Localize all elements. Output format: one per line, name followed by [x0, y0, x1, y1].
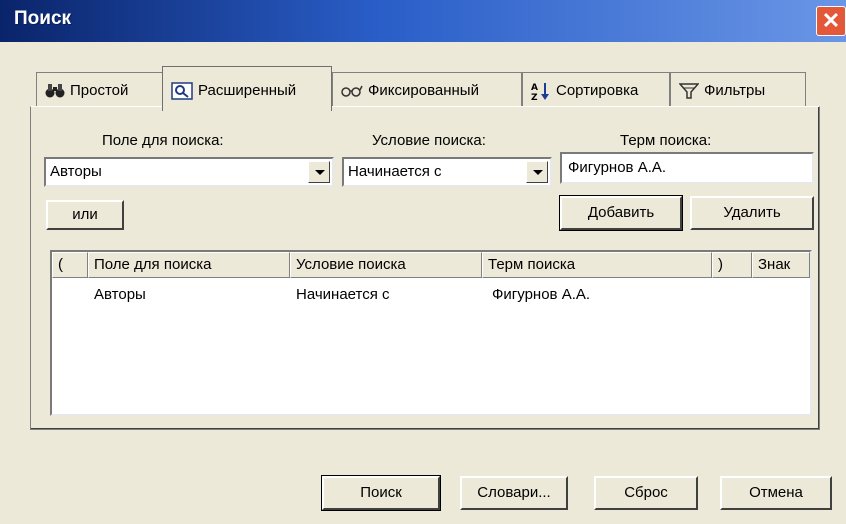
tab-label: Расширенный: [198, 82, 297, 100]
filter-icon: [679, 83, 699, 99]
tab-label: Фильтры: [704, 82, 766, 100]
svg-text:Z: Z: [531, 93, 538, 101]
term-input[interactable]: Фигурнов А.А.: [560, 152, 814, 184]
cell-term: Фигурнов А.А.: [492, 286, 591, 303]
col-header-term[interactable]: Терм поиска: [482, 252, 712, 278]
term-label: Терм поиска:: [620, 132, 712, 149]
binoculars-icon: [45, 84, 65, 98]
condition-label: Условие поиска:: [372, 132, 486, 149]
delete-button[interactable]: Удалить: [690, 196, 814, 230]
tab-advanced[interactable]: Расширенный: [162, 66, 332, 111]
tab-simple[interactable]: Простой: [36, 72, 164, 108]
or-button[interactable]: или: [46, 200, 124, 230]
magnifier-doc-icon: [171, 82, 193, 100]
title-bar[interactable]: Поиск ✕: [0, 0, 846, 42]
col-header-open-paren[interactable]: (: [52, 252, 88, 278]
chevron-down-icon[interactable]: [308, 161, 330, 183]
chevron-down-icon[interactable]: [526, 161, 548, 183]
add-button[interactable]: Добавить: [559, 195, 683, 231]
tab-label: Простой: [70, 82, 129, 100]
search-dialog: Поиск ✕ Простой Расширенный Фиксированны…: [0, 0, 846, 524]
cell-condition: Начинается с: [296, 286, 390, 303]
condition-select-value: Начинается с: [348, 163, 442, 180]
tab-fixed[interactable]: Фиксированный: [332, 72, 522, 108]
cancel-button[interactable]: Отмена: [720, 476, 832, 510]
tab-filters[interactable]: Фильтры: [670, 72, 806, 108]
field-select[interactable]: Авторы: [44, 157, 334, 187]
svg-text:A: A: [531, 83, 538, 93]
criteria-grid[interactable]: ( Поле для поиска Условие поиска Терм по…: [50, 250, 812, 416]
dictionaries-button[interactable]: Словари...: [460, 476, 568, 510]
tab-label: Сортировка: [556, 82, 639, 100]
close-button[interactable]: ✕: [816, 6, 846, 36]
reset-button[interactable]: Сброс: [594, 476, 698, 510]
field-label: Поле для поиска:: [102, 132, 224, 149]
search-button[interactable]: Поиск: [321, 475, 441, 511]
glasses-icon: [341, 85, 363, 97]
tab-sort[interactable]: A Z Сортировка: [522, 72, 670, 108]
col-header-close-paren[interactable]: ): [712, 252, 752, 278]
sort-az-icon: A Z: [531, 83, 549, 101]
field-select-value: Авторы: [50, 163, 102, 180]
col-header-field[interactable]: Поле для поиска: [88, 252, 290, 278]
tab-label: Фиксированный: [368, 82, 479, 100]
col-header-condition[interactable]: Условие поиска: [290, 252, 482, 278]
term-input-value: Фигурнов А.А.: [568, 159, 667, 176]
close-icon: ✕: [821, 8, 841, 33]
condition-select[interactable]: Начинается с: [342, 157, 552, 187]
cell-field: Авторы: [94, 286, 146, 303]
col-header-sign[interactable]: Знак: [752, 252, 810, 278]
window-title: Поиск: [14, 8, 72, 29]
